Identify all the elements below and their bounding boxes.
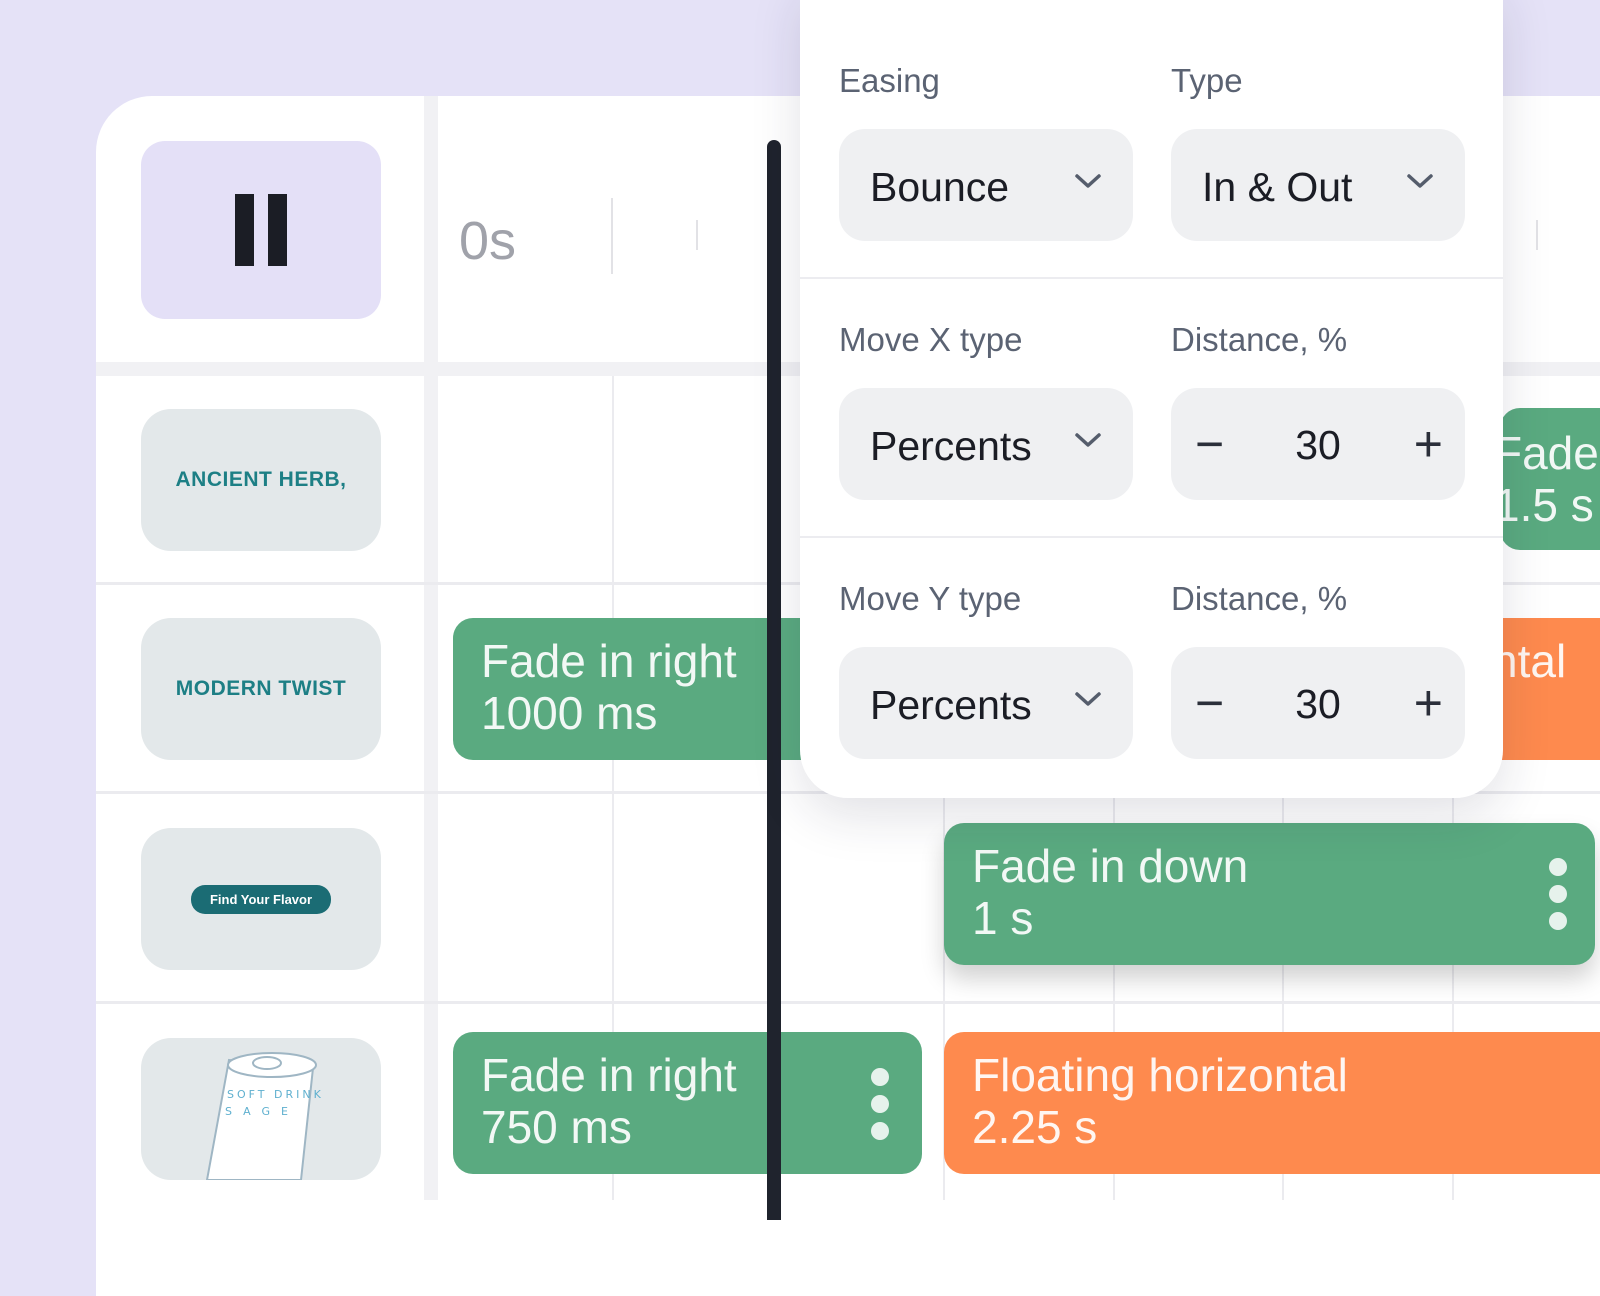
animation-clip[interactable]: Fade in right 1000 ms <box>453 618 853 760</box>
ruler-tick <box>611 198 613 274</box>
row-divider <box>96 1001 1600 1004</box>
move-x-type-label: Move X type <box>839 321 1023 358</box>
clip-title: Fade in down <box>972 840 1249 892</box>
move-x-type-value: Percents <box>870 423 1032 469</box>
type-label: Type <box>1171 62 1243 99</box>
clip-menu-icon[interactable] <box>1549 858 1567 930</box>
ruler-tick <box>1536 220 1538 250</box>
animation-clip[interactable]: Fade in down 1 s <box>944 823 1595 965</box>
svg-text:SAGE: SAGE <box>225 1105 299 1118</box>
type-select[interactable]: In & Out <box>1171 129 1465 241</box>
chevron-down-icon <box>1075 174 1101 188</box>
panel-divider <box>800 277 1503 279</box>
distance-y-stepper: − 30 + <box>1171 647 1465 759</box>
move-x-type-select[interactable]: Percents <box>839 388 1133 500</box>
pause-icon <box>235 194 254 266</box>
clip-duration: 1000 ms <box>481 687 658 739</box>
playhead[interactable] <box>767 140 781 1220</box>
chevron-down-icon <box>1075 433 1101 447</box>
clip-title: Fade in right <box>481 1049 737 1101</box>
timeline-start-tick: 0s <box>459 211 517 271</box>
layer-thumbnail-text: MODERN TWIST <box>175 677 347 700</box>
clip-duration: 1 s <box>972 892 1034 944</box>
layer-thumbnail[interactable]: MODERN TWIST <box>141 618 381 760</box>
layer-thumbnail-text: ANCIENT HERB, <box>175 468 347 491</box>
clip-title: Fade <box>1500 427 1599 479</box>
distance-x-stepper: − 30 + <box>1171 388 1465 500</box>
easing-value: Bounce <box>870 164 1010 210</box>
left-column-separator <box>424 96 438 1200</box>
panel-divider <box>800 536 1503 538</box>
easing-label: Easing <box>839 62 940 99</box>
layer-thumbnail[interactable]: ANCIENT HERB, <box>141 409 381 551</box>
layer-thumbnail[interactable]: SOFT DRINK SAGE <box>141 1038 381 1180</box>
clip-duration: 750 ms <box>481 1101 632 1153</box>
move-y-type-label: Move Y type <box>839 580 1022 617</box>
animation-clip[interactable]: Fade in right 750 ms <box>453 1032 922 1174</box>
soft-drink-logo-text: SOFT DRINK <box>227 1088 324 1101</box>
increment-button[interactable]: + <box>1414 416 1443 472</box>
distance-y-label: Distance, % <box>1171 580 1348 617</box>
animation-clip[interactable]: Floating horizontal 2.25 s <box>944 1032 1600 1174</box>
pause-button[interactable] <box>141 141 381 319</box>
clip-duration: 1.5 s <box>1500 479 1594 531</box>
clip-title: ntal <box>1492 635 1567 687</box>
clip-title: Floating horizontal <box>972 1049 1348 1101</box>
animation-settings-panel: Easing Type Bounce In & Out Move X type … <box>800 0 1503 798</box>
pause-icon <box>268 194 287 266</box>
move-y-type-select[interactable]: Percents <box>839 647 1133 759</box>
clip-menu-icon[interactable] <box>871 1068 889 1140</box>
move-y-type-value: Percents <box>870 682 1032 728</box>
chevron-down-icon <box>1407 174 1433 188</box>
distance-x-label: Distance, % <box>1171 321 1348 358</box>
easing-select[interactable]: Bounce <box>839 129 1133 241</box>
clip-duration: 2.25 s <box>972 1101 1098 1153</box>
chevron-down-icon <box>1075 692 1101 706</box>
type-value: In & Out <box>1202 164 1353 210</box>
increment-button[interactable]: + <box>1414 675 1443 731</box>
layer-thumbnail-badge: Find Your Flavor <box>190 884 332 914</box>
soft-drink-can-image: SOFT DRINK SAGE <box>205 1052 324 1180</box>
layer-thumbnail[interactable]: Find Your Flavor <box>141 828 381 970</box>
clip-title: Fade in right <box>481 635 737 687</box>
ruler-tick <box>696 220 698 250</box>
animation-clip[interactable]: Fade 1.5 s <box>1500 408 1600 550</box>
